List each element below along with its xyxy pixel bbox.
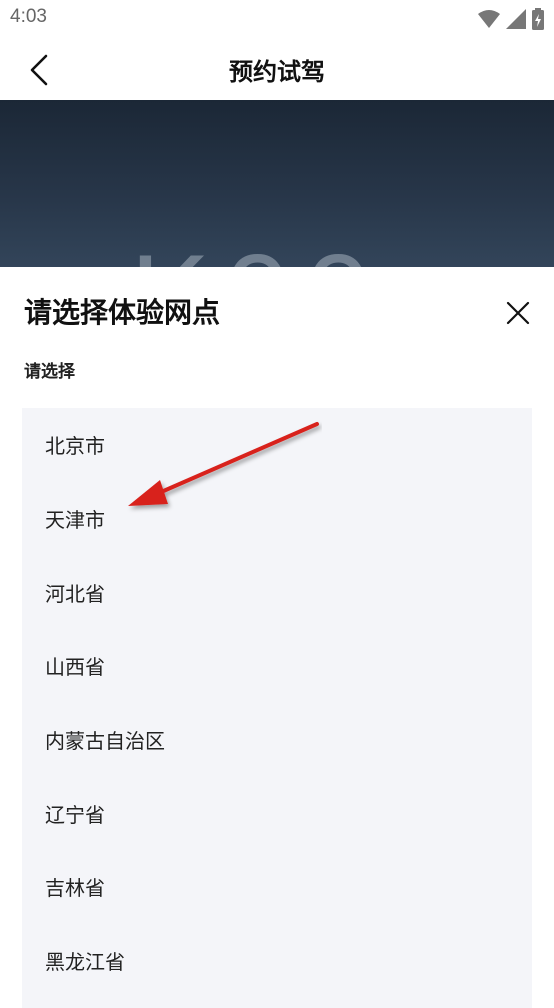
list-item-label: 天津市 [45,508,105,532]
list-item-label: 河北省 [45,582,105,606]
list-item-liaoning[interactable]: 辽宁省 [22,777,532,851]
status-time: 4:03 [10,6,47,27]
list-item-heilongjiang[interactable]: 黑龙江省 [22,924,532,998]
sheet-title: 请选择体验网点 [24,296,221,329]
page-title: 预约试驾 [229,58,325,86]
list-item-beijing[interactable]: 北京市 [22,408,532,482]
list-item-label: 吉林省 [45,876,105,900]
list-item-jilin[interactable]: 吉林省 [22,850,532,924]
close-icon [506,301,530,325]
list-item-label: 内蒙古自治区 [45,729,165,753]
close-button[interactable] [504,299,532,327]
list-item-label: 黑龙江省 [45,950,125,974]
bottom-sheet: 请选择体验网点 请选择 北京市 天津市 河北省 山西省 内蒙古自治区 辽宁省 吉… [0,267,554,1008]
list-item-label: 北京市 [45,434,105,458]
sheet-subtitle: 请选择 [24,362,75,382]
nav-bar: 预约试驾 [0,38,554,100]
banner-image: K00 [0,100,554,268]
list-item-label: 山西省 [45,655,105,679]
list-item-tianjin[interactable]: 天津市 [22,482,532,556]
banner-logo: K00 [130,228,386,268]
list-item-hebei[interactable]: 河北省 [22,556,532,630]
battery-icon [532,8,544,30]
region-list: 北京市 天津市 河北省 山西省 内蒙古自治区 辽宁省 吉林省 黑龙江省 [22,408,532,1008]
status-icons [478,8,544,30]
status-bar: 4:03 [0,0,554,38]
list-item-shanxi[interactable]: 山西省 [22,629,532,703]
list-item-neimenggu[interactable]: 内蒙古自治区 [22,703,532,777]
list-item-label: 辽宁省 [45,803,105,827]
wifi-icon [478,10,500,28]
signal-icon [506,9,526,29]
